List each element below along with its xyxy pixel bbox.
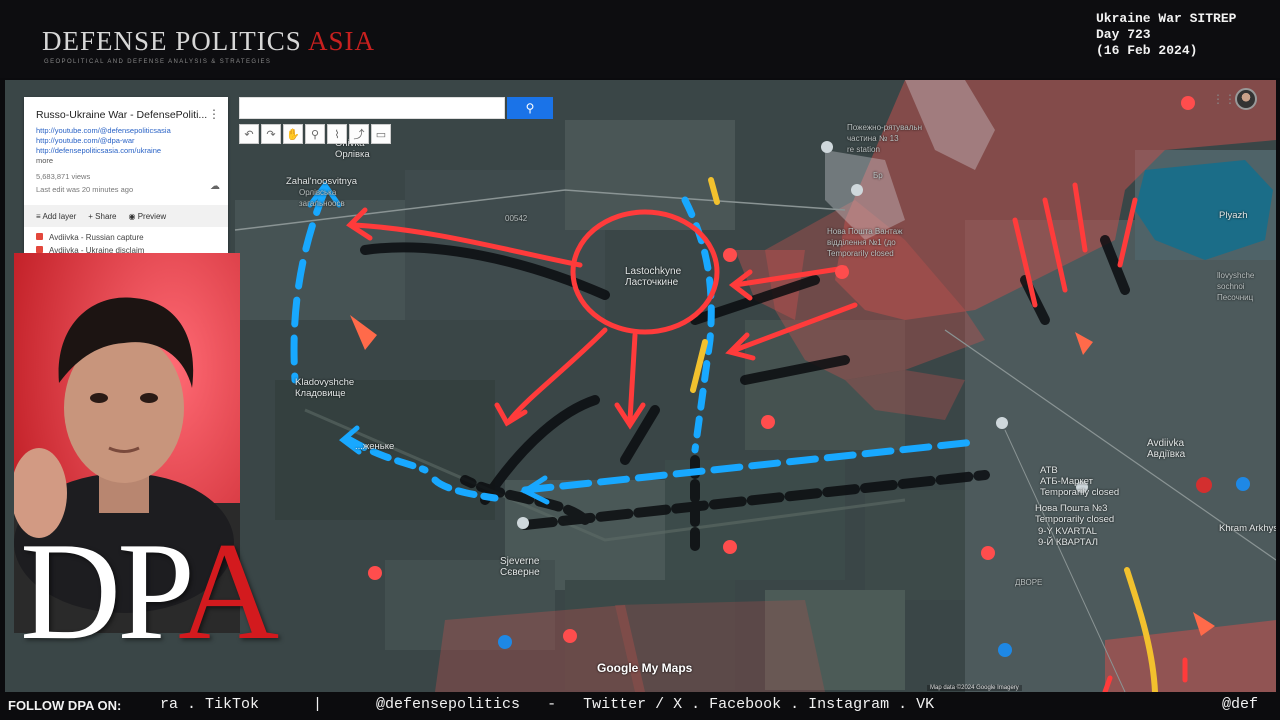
- link-website[interactable]: http://defensepoliticsasia.com/ukraine: [36, 146, 171, 156]
- layer-item[interactable]: Avdiivka - Russian capture: [36, 231, 144, 244]
- map-search-input[interactable]: [239, 97, 505, 119]
- place-kladovyshche: Kladovyshche Кладовище: [295, 377, 355, 399]
- place-zahal-ru: Орлівська загальноосв: [299, 188, 345, 208]
- brand-accent: ASIA: [308, 26, 376, 56]
- search-button[interactable]: ⚲: [507, 97, 553, 119]
- place-avdiivka: Avdiivka Авдіївка: [1147, 438, 1186, 460]
- panel-actions: ≡ Add layer + Share ◉ Preview: [24, 205, 228, 227]
- place-dvore: ДВОРЕ: [1015, 578, 1043, 587]
- measure-button[interactable]: ▭: [371, 124, 391, 144]
- video-frame: DEFENSE POLITICS ASIA GEOPOLITICAL AND D…: [0, 0, 1280, 720]
- place-atb: ATB АТБ-Маркет Temporarily closed: [1040, 465, 1120, 498]
- place-khram: Khram Arkhys: [1219, 523, 1276, 534]
- panel-links: http://youtube.com/@defensepoliticsasia …: [36, 126, 171, 156]
- brand-logo: DEFENSE POLITICS ASIA: [42, 26, 375, 57]
- last-edit: Last edit was 20 minutes ago: [36, 185, 134, 194]
- brand-tagline: GEOPOLITICAL AND DEFENSE ANALYSIS & STRA…: [44, 59, 272, 65]
- directions-button[interactable]: ⤴: [349, 124, 369, 144]
- place-sochnoi: llovyshche sochnoi Песочниц: [1217, 271, 1255, 302]
- hand-tool-button[interactable]: ✋: [283, 124, 303, 144]
- place-sjeverne: Sjeverne Сєверне: [500, 556, 540, 578]
- ticker-text: ra . TikTok | @defensepolitics - Twitter…: [160, 696, 935, 713]
- sitrep-title: Ukraine War SITREP: [1096, 11, 1237, 26]
- social-ticker: FOLLOW DPA ON: ra . TikTok | @defensepol…: [0, 692, 1280, 720]
- sitrep-date: (16 Feb 2024): [1096, 43, 1198, 58]
- add-marker-button[interactable]: ⚲: [305, 124, 325, 144]
- more-link[interactable]: more: [36, 156, 53, 165]
- share-button[interactable]: + Share: [88, 212, 116, 221]
- place-lastochkyne: Lastochkyne Ласточкине: [625, 266, 682, 288]
- link-youtube-main[interactable]: http://youtube.com/@defensepoliticsasia: [36, 126, 171, 136]
- layer-color-swatch: [36, 246, 43, 253]
- place-novaposhta3: Нова Пошта №3 Temporarily closed: [1035, 503, 1115, 525]
- ticker-end: @def: [1222, 696, 1259, 713]
- map-info-panel: Russo-Ukraine War - DefensePoliti... ⋮ h…: [24, 97, 228, 255]
- panel-meta: 5,683,871 views Last edit was 20 minutes…: [36, 170, 133, 196]
- cloud-icon: ☁: [210, 181, 220, 192]
- place-novaposhta1: Нова Пошта Вантаж відділення №1 (до Tempor…: [827, 227, 903, 258]
- google-logo: Google My Maps: [597, 661, 693, 675]
- add-layer-button[interactable]: ≡ Add layer: [36, 212, 76, 221]
- place-zhenke: ...женьке: [355, 441, 395, 452]
- avatar[interactable]: [1235, 88, 1257, 110]
- map-attribution: Map data ©2024 Google Imagery: [927, 685, 1022, 691]
- preview-button[interactable]: ◉ Preview: [129, 212, 167, 221]
- place-kvartal: 9-Y KVARTAL 9-Й КВАРТАЛ: [1038, 526, 1098, 548]
- header-bar: DEFENSE POLITICS ASIA GEOPOLITICAL AND D…: [0, 0, 1280, 78]
- search-icon: ⚲: [525, 101, 535, 115]
- link-youtube-war[interactable]: http://youtube.com/@dpa-war: [36, 136, 171, 146]
- sitrep-caption: Ukraine War SITREP Day 723 (16 Feb 2024): [1096, 11, 1236, 59]
- draw-line-button[interactable]: ⌇: [327, 124, 347, 144]
- dpa-logo: DPA: [20, 514, 279, 669]
- place-zahal: Zahal'noosvitnya: [286, 176, 357, 187]
- sitrep-day: Day 723: [1096, 27, 1151, 42]
- undo-button[interactable]: ↶: [239, 124, 259, 144]
- more-options-icon[interactable]: ⋮: [208, 107, 220, 121]
- road-label: 00542: [505, 214, 528, 223]
- brand-main: DEFENSE POLITICS: [42, 26, 309, 56]
- layer-color-swatch: [36, 233, 43, 240]
- place-fire-station: Пожежно-рятувальн частина № 13 re station: [847, 123, 923, 154]
- place-brak: Бр: [873, 171, 883, 180]
- map-toolbar: ↶ ↷ ✋ ⚲ ⌇ ⤴ ▭: [239, 124, 391, 144]
- redo-button[interactable]: ↷: [261, 124, 281, 144]
- map-title[interactable]: Russo-Ukraine War - DefensePoliti...: [36, 109, 207, 121]
- follow-label: FOLLOW DPA ON:: [8, 698, 122, 713]
- view-count: 5,683,871 views: [36, 172, 91, 181]
- place-plyazh: Plyazh: [1219, 210, 1248, 221]
